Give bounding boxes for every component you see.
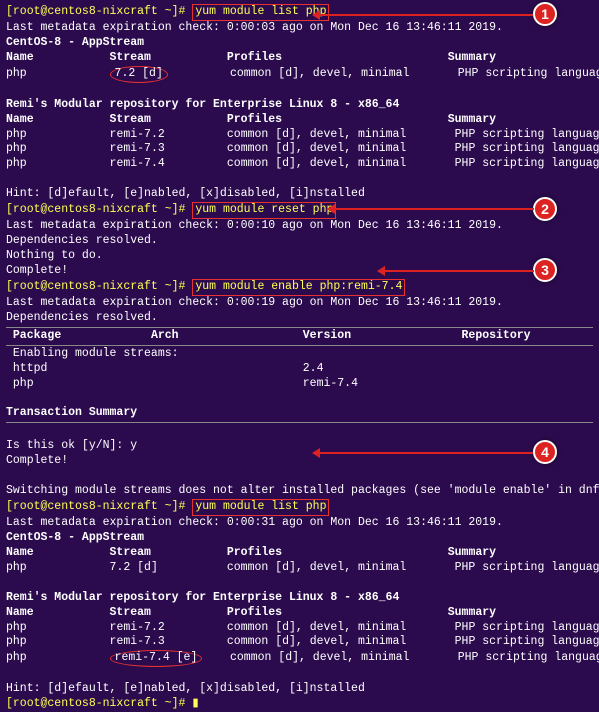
remi-row-2: php remi-7.4 common [d], devel, minimal …: [6, 157, 593, 172]
remi-row-1: php remi-7.3 common [d], devel, minimal …: [6, 142, 593, 157]
arrow-2: [330, 208, 534, 210]
cmd4: yum module list php: [192, 499, 329, 516]
hint-2: Hint: [d]efault, [e]nabled, [x]disabled,…: [6, 682, 593, 697]
remi-row-0: php remi-7.2 common [d], devel, minimal …: [6, 128, 593, 143]
prompt-line-3: [root@centos8-nixcraft ~]# yum module en…: [6, 279, 593, 296]
callout-3: 3: [533, 258, 557, 282]
nothing-to-do: Nothing to do.: [6, 249, 593, 264]
repo-remi: Remi's Modular repository for Enterprise…: [6, 98, 593, 113]
prompt-line-2: [root@centos8-nixcraft ~]# yum module re…: [6, 202, 593, 219]
callout-4: 4: [533, 440, 557, 464]
dep-resolved-2: Dependencies resolved.: [6, 311, 593, 326]
module-header-2: Name Stream Profiles Summary: [6, 546, 593, 561]
repo-appstream: CentOS-8 - AppStream: [6, 36, 593, 51]
trans-sum: Transaction Summary: [6, 406, 593, 421]
dep-resolved-1: Dependencies resolved.: [6, 234, 593, 249]
arrow-3: [380, 270, 534, 272]
module-header-remi-2: Name Stream Profiles Summary: [6, 606, 593, 621]
module-header: Name Stream Profiles Summary: [6, 51, 593, 66]
meta2: Last metadata expiration check: 0:00:10 …: [6, 219, 593, 234]
appstream-row: php 7.2 [d] common [d], devel, minimal P…: [6, 66, 593, 83]
repo-appstream-2: CentOS-8 - AppStream: [6, 531, 593, 546]
appstream-row-2: php 7.2 [d] common [d], devel, minimal P…: [6, 561, 593, 576]
remi-row-a0: php remi-7.2 common [d], devel, minimal …: [6, 621, 593, 636]
prompt-line-1: [root@centos8-nixcraft ~]# yum module li…: [6, 4, 593, 21]
hint: Hint: [d]efault, [e]nabled, [x]disabled,…: [6, 187, 593, 202]
prompt-line-end: [root@centos8-nixcraft ~]# ▮: [6, 697, 593, 712]
remi-row-a1: php remi-7.3 common [d], devel, minimal …: [6, 635, 593, 650]
complete-2: Complete!: [6, 454, 593, 469]
switch-note: Switching module streams does not alter …: [6, 484, 593, 499]
pkg-header: Package Arch Version Repository Size: [6, 329, 593, 344]
meta4: Last metadata expiration check: 0:00:31 …: [6, 516, 593, 531]
remi-row-a2: php remi-7.4 [e] common [d], devel, mini…: [6, 650, 593, 667]
meta3: Last metadata expiration check: 0:00:19 …: [6, 296, 593, 311]
arrow-1: [315, 14, 533, 16]
callout-2: 2: [533, 197, 557, 221]
cmd2: yum module reset php: [192, 202, 336, 219]
module-header-remi: Name Stream Profiles Summary: [6, 113, 593, 128]
enabling: Enabling module streams:: [6, 347, 593, 362]
cmd3: yum module enable php:remi-7.4: [192, 279, 405, 296]
stream-httpd: httpd 2.4: [6, 362, 593, 377]
arrow-4: [315, 452, 533, 454]
prompt-line-4: [root@centos8-nixcraft ~]# yum module li…: [6, 499, 593, 516]
callout-1: 1: [533, 2, 557, 26]
meta1: Last metadata expiration check: 0:00:03 …: [6, 21, 593, 36]
stream-php: php remi-7.4: [6, 377, 593, 392]
